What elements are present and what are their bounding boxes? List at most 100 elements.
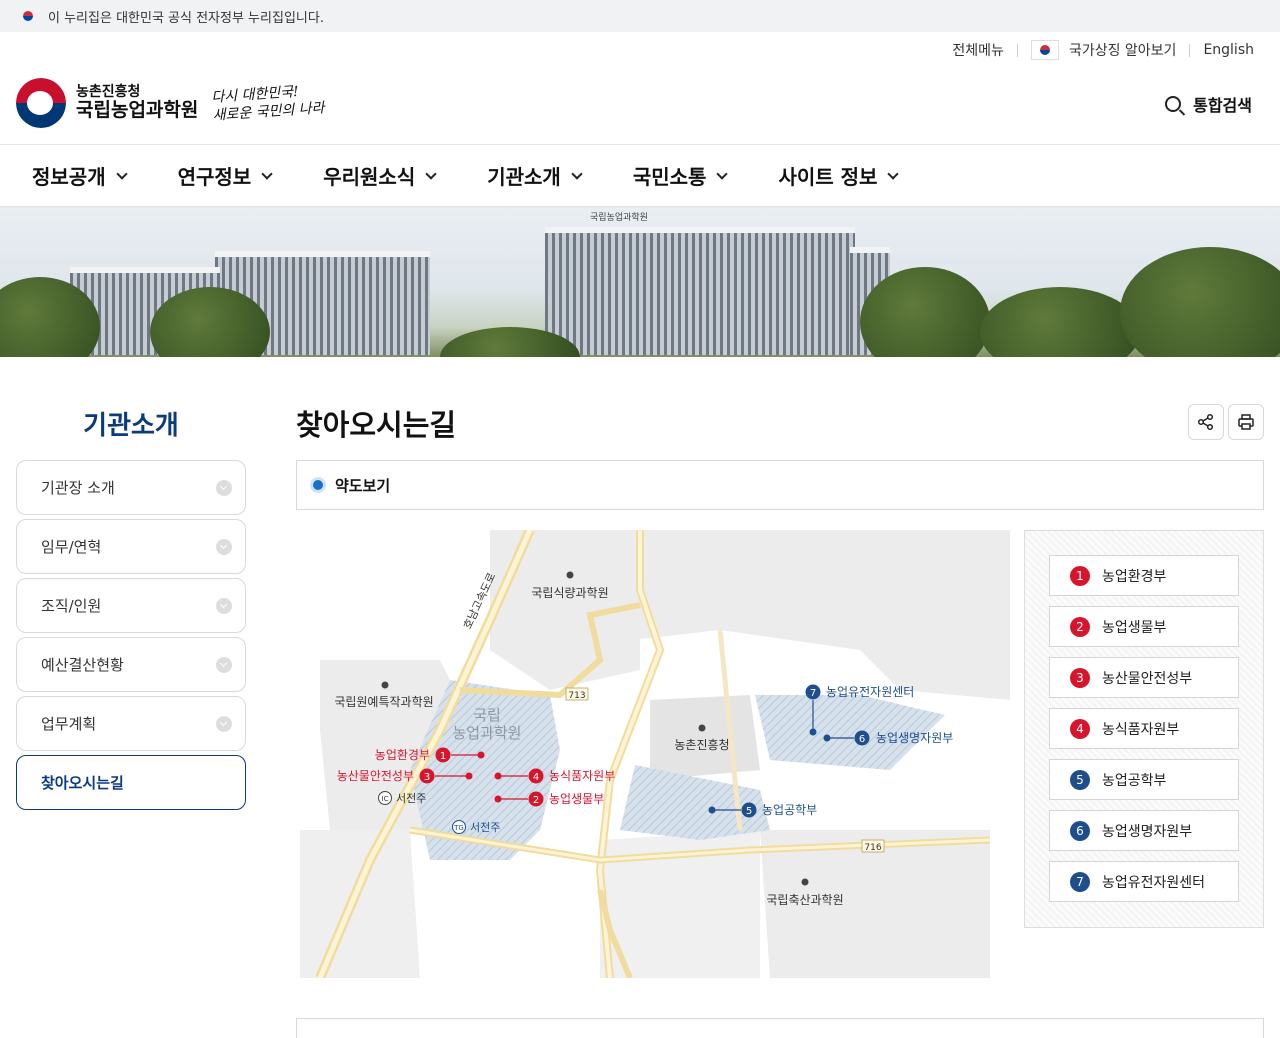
place-horticulture: 국립원예특작과학원 (334, 695, 433, 709)
chevron-down-icon (216, 656, 232, 673)
legend-label: 농업환경부 (1102, 568, 1167, 585)
government-emblem-icon (16, 78, 66, 128)
logo-org-small: 농촌진흥청 (76, 84, 141, 101)
legend-item-1[interactable]: 1 농업환경부 (1049, 555, 1239, 596)
legend-label: 농업생명자원부 (1102, 823, 1193, 840)
lnb-label: 예산결산현황 (41, 656, 124, 674)
marker-label: 농식품자원부 (549, 769, 615, 783)
route-716-label: 716 (864, 843, 881, 853)
gnb-item-site-info[interactable]: 사이트 정보 (778, 161, 900, 190)
route-713-label: 713 (568, 691, 585, 701)
lnb-item-work-plan[interactable]: 업무계획 (16, 696, 246, 751)
logo-org-big: 국립농업과학원 (76, 99, 199, 122)
chevron-down-icon (216, 715, 232, 732)
tab-label: 약도보기 (335, 476, 391, 495)
ic-icon: IC (382, 795, 389, 803)
site-header: 전체메뉴 국가상징 알아보기 English 농촌진흥청 국립농업과학원 다시 … (0, 32, 1280, 145)
badge-number: 2 (1070, 616, 1090, 637)
gnb-label: 정보공개 (32, 165, 106, 189)
badge-number: 6 (1070, 820, 1090, 841)
gnb-item-research[interactable]: 연구정보 (178, 161, 273, 190)
legend-label: 농산물안전성부 (1102, 670, 1193, 687)
lnb-item-mission-history[interactable]: 임무/연혁 (16, 519, 246, 574)
chevron-down-icon (887, 167, 900, 180)
place-food-science: 국립식량과학원 (531, 586, 608, 600)
campus-map: 호남고속도로 713 716 국립식량과학원 국립원예특작과학원 농촌진흥청 국… (300, 530, 1010, 978)
hero-building-image: 국립농업과학원 (0, 207, 1280, 357)
national-symbol-link[interactable]: 국가상징 알아보기 (1069, 40, 1177, 60)
tg-label: 서전주 (470, 821, 500, 834)
marker-number: 4 (533, 772, 539, 783)
slogan: 다시 대한민국! 새로운 국민의 나라 (211, 81, 325, 125)
legend-item-4[interactable]: 4 농식품자원부 (1049, 708, 1239, 749)
all-menu-link[interactable]: 전체메뉴 (952, 40, 1004, 60)
gnb-label: 사이트 정보 (778, 165, 878, 189)
badge-number: 1 (1070, 565, 1090, 586)
legend-item-5[interactable]: 5 농업공학부 (1049, 759, 1239, 800)
gov-banner-text: 이 누리집은 대한민국 공식 전자정부 누리집입니다. (48, 10, 324, 26)
gnb-item-about[interactable]: 기관소개 (487, 161, 583, 190)
gnb-label: 국민소통 (632, 165, 707, 189)
lnb-item-organization[interactable]: 조직/인원 (16, 578, 246, 633)
share-icon (1197, 413, 1214, 431)
lnb-label: 임무/연혁 (41, 538, 102, 556)
marker-label: 농업생명자원부 (876, 731, 953, 745)
tg-icon: TG (453, 824, 464, 832)
lnb-item-directions[interactable]: 찾아오시는길 (16, 755, 246, 810)
share-button[interactable] (1188, 404, 1224, 440)
print-icon (1238, 414, 1254, 430)
legend-label: 농업생물부 (1102, 619, 1167, 636)
legend-item-2[interactable]: 2 농업생물부 (1049, 606, 1239, 647)
marker-label: 농업유전자원센터 (826, 685, 914, 699)
tab-map-view[interactable]: 약도보기 (296, 460, 1264, 510)
gnb-label: 기관소개 (487, 165, 561, 189)
chevron-down-icon (425, 167, 437, 180)
legend-item-7[interactable]: 7 농업유전자원센터 (1049, 861, 1239, 902)
side-navigation: 기관장 소개 임무/연혁 조직/인원 예산결산현황 업무계획 찾아오시는길 (16, 460, 246, 814)
chevron-down-icon (115, 167, 128, 180)
print-button[interactable] (1228, 404, 1264, 440)
divider (1189, 43, 1191, 57)
campus-label-line-1: 국립 (473, 706, 501, 724)
legend-label: 농업공학부 (1102, 772, 1167, 789)
place-animal-science: 국립축산과학원 (766, 893, 843, 907)
lnb-label: 조직/인원 (41, 597, 102, 615)
marker-number: 1 (440, 751, 446, 762)
legend-label: 농식품자원부 (1102, 721, 1180, 738)
legend-label: 농업유전자원센터 (1102, 874, 1206, 891)
badge-number: 5 (1070, 769, 1090, 790)
bullet-icon (313, 480, 323, 490)
site-logo[interactable]: 농촌진흥청 국립농업과학원 다시 대한민국! 새로운 국민의 나라 (16, 78, 325, 128)
english-link[interactable]: English (1203, 42, 1254, 58)
legend-item-3[interactable]: 3 농산물안전성부 (1049, 657, 1239, 698)
gnb-label: 우리원소식 (323, 165, 416, 189)
marker-label: 농업생물부 (549, 792, 604, 806)
map-legend: 1 농업환경부 2 농업생물부 3 농산물안전성부 4 농식품자원부 5 농업공학부 6농… (1024, 530, 1264, 928)
marker-number: 6 (859, 734, 865, 745)
gnb-item-info-disclosure[interactable]: 정보공개 (32, 161, 128, 190)
lnb-label: 찾아오시는길 (41, 774, 124, 792)
lnb-item-director[interactable]: 기관장 소개 (16, 460, 246, 515)
legend-item-6[interactable]: 6 농업생명자원부 (1049, 810, 1239, 851)
integrated-search-button[interactable]: 통합검색 (1165, 92, 1252, 116)
badge-number: 7 (1070, 871, 1090, 892)
ic-label: 서전주 (396, 792, 426, 805)
utility-links: 전체메뉴 국가상징 알아보기 English (952, 40, 1254, 60)
marker-label: 농업공학부 (762, 803, 817, 817)
page-title: 찾아오시는길 (296, 408, 457, 442)
marker-number: 5 (746, 806, 752, 817)
lnb-label: 업무계획 (41, 715, 97, 733)
chevron-down-icon (261, 167, 273, 180)
chevron-down-icon (216, 538, 232, 555)
content-box-below (296, 1018, 1264, 1038)
lnb-title: 기관소개 (83, 411, 179, 441)
main-navigation: 정보공개 연구정보 우리원소식 기관소개 국민소통 사이트 정보 (0, 145, 1280, 207)
gov-banner: 이 누리집은 대한민국 공식 전자정부 누리집입니다. (0, 0, 1280, 32)
marker-label: 농산물안전성부 (337, 769, 414, 783)
place-rda: 농촌진흥청 (674, 738, 729, 752)
lnb-item-budget[interactable]: 예산결산현황 (16, 637, 246, 692)
chevron-down-icon (216, 597, 232, 614)
gnb-item-news[interactable]: 우리원소식 (323, 161, 437, 190)
gnb-item-communication[interactable]: 국민소통 (632, 161, 729, 190)
search-icon (1165, 96, 1182, 112)
